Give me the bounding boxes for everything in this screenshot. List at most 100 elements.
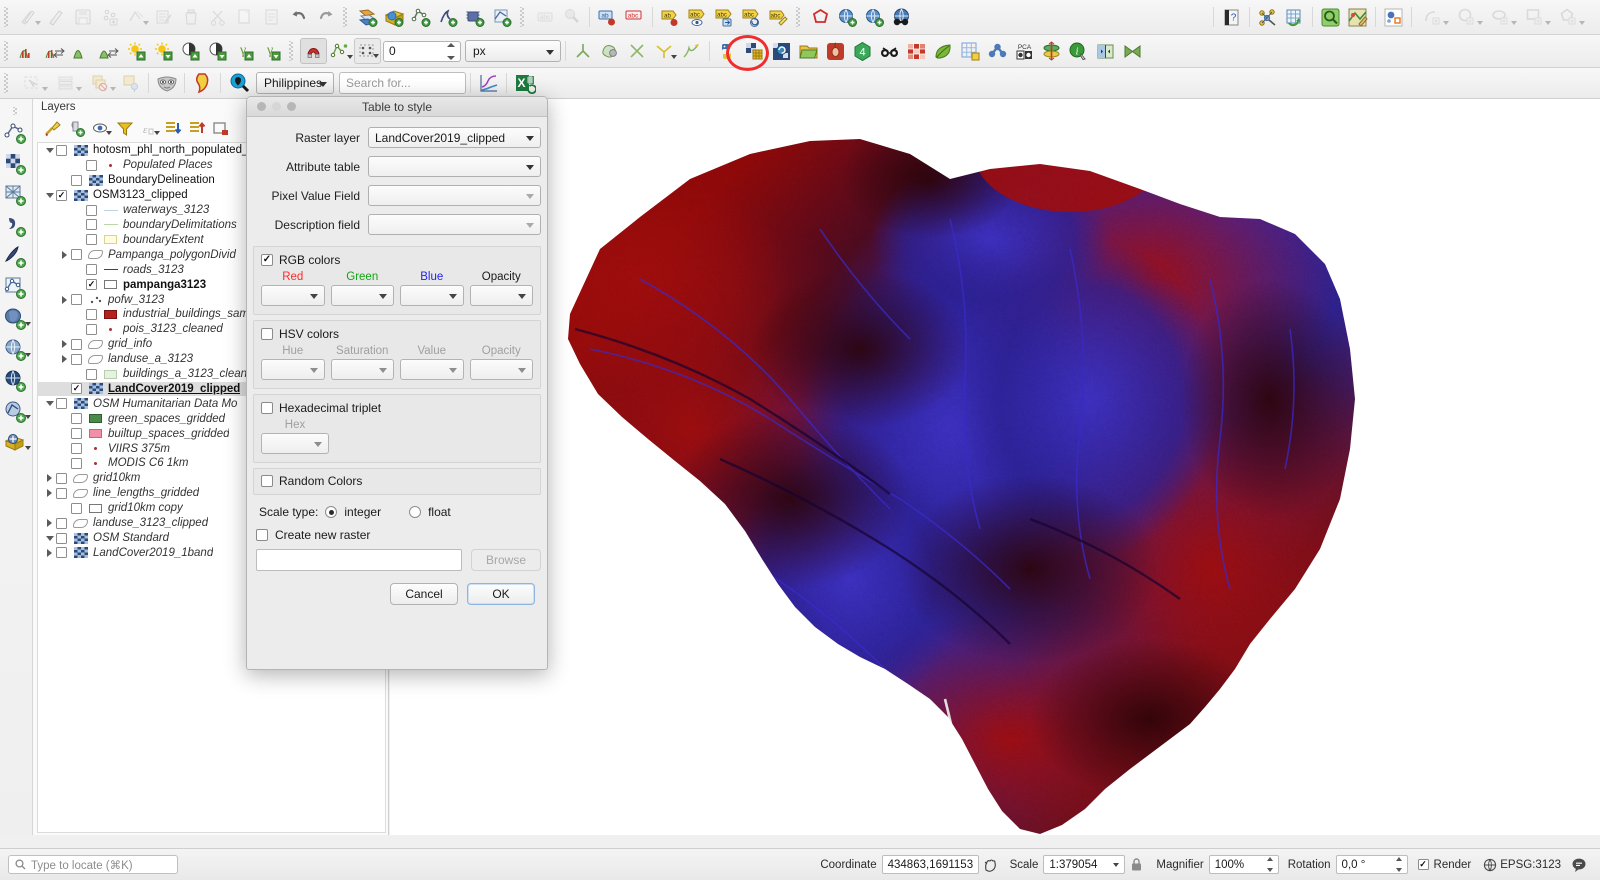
local-stretch-icon[interactable] bbox=[96, 38, 123, 64]
layer-visibility-checkbox[interactable] bbox=[71, 249, 82, 260]
bowtie-icon[interactable] bbox=[1119, 38, 1146, 64]
scale-type-float-radio[interactable] bbox=[409, 506, 421, 518]
brightness-up-icon[interactable] bbox=[123, 38, 150, 64]
toolbar-grip[interactable] bbox=[3, 41, 12, 61]
rotate-label-icon[interactable]: abc bbox=[738, 4, 765, 30]
layer-visibility-checkbox[interactable] bbox=[71, 443, 82, 454]
create-new-raster-row[interactable]: Create new raster bbox=[253, 523, 541, 542]
toolbar-grip[interactable] bbox=[288, 41, 297, 61]
layer-visibility-checkbox[interactable] bbox=[86, 324, 97, 335]
layer-expander[interactable] bbox=[43, 489, 56, 497]
add-postgis-layer-icon[interactable] bbox=[1, 303, 31, 334]
layer-visibility-checkbox[interactable] bbox=[56, 145, 67, 156]
scale-type-integer-radio[interactable] bbox=[325, 506, 337, 518]
red-select[interactable] bbox=[261, 285, 325, 306]
add-wfs-layer-icon[interactable] bbox=[1, 396, 31, 427]
select-value-icon[interactable] bbox=[117, 70, 144, 96]
toolbar-grip[interactable] bbox=[342, 7, 351, 27]
mmqgis-icon[interactable] bbox=[822, 38, 849, 64]
snapping-type-icon[interactable] bbox=[354, 38, 381, 64]
layer-visibility-checkbox[interactable] bbox=[71, 503, 82, 514]
add-raster-layer-icon[interactable] bbox=[1, 148, 31, 179]
layer-expander[interactable] bbox=[43, 401, 56, 406]
qgis4-plugin-icon[interactable]: 4 bbox=[849, 38, 876, 64]
semi-automatic-classification-icon[interactable] bbox=[768, 38, 795, 64]
toolbar-grip[interactable] bbox=[795, 7, 804, 27]
layer-visibility-checkbox[interactable] bbox=[71, 175, 82, 186]
add-circle-icon[interactable] bbox=[1450, 4, 1484, 30]
random-colors-header[interactable]: Random Colors bbox=[261, 474, 533, 488]
search-input[interactable]: Search for... bbox=[339, 72, 466, 94]
open-project-folder-icon[interactable] bbox=[795, 38, 822, 64]
split-view-icon[interactable] bbox=[1092, 38, 1119, 64]
current-edits-icon[interactable] bbox=[15, 4, 42, 30]
add-arcgis-layer-icon[interactable] bbox=[1, 427, 31, 458]
magnifier-input[interactable]: 100% bbox=[1209, 855, 1279, 874]
vertex-tool-icon[interactable] bbox=[123, 4, 150, 30]
change-label-icon[interactable]: abc bbox=[765, 4, 792, 30]
style-manager-icon[interactable] bbox=[1344, 4, 1371, 30]
layer-visibility-checkbox[interactable] bbox=[71, 294, 82, 305]
histogram-green-icon[interactable] bbox=[69, 38, 96, 64]
toolbar-grip[interactable] bbox=[12, 107, 21, 115]
filter-legend-icon[interactable] bbox=[113, 118, 136, 139]
layer-visibility-checkbox[interactable] bbox=[56, 398, 67, 409]
pixel-value-field-select[interactable] bbox=[368, 185, 541, 206]
create-new-raster-checkbox[interactable] bbox=[256, 529, 268, 541]
gamma-up-icon[interactable]: γ bbox=[231, 38, 258, 64]
python-console-icon[interactable] bbox=[714, 38, 741, 64]
hexadecimal-triplet-header[interactable]: Hexadecimal triplet bbox=[261, 401, 533, 415]
histogram-stretch-icon[interactable] bbox=[42, 38, 69, 64]
redo-icon[interactable] bbox=[312, 4, 339, 30]
layer-visibility-checkbox[interactable]: ✓ bbox=[56, 190, 67, 201]
topology-checker-icon[interactable] bbox=[570, 38, 597, 64]
contrast-up-icon[interactable] bbox=[177, 38, 204, 64]
hsv-colors-header[interactable]: HSV colors bbox=[261, 327, 533, 341]
green-select[interactable] bbox=[331, 285, 395, 306]
crs-globe-icon[interactable] bbox=[1480, 852, 1500, 878]
cluster-icon[interactable] bbox=[984, 38, 1011, 64]
new-mesh-layer-icon[interactable] bbox=[489, 4, 516, 30]
geocoder-search-icon[interactable] bbox=[225, 70, 252, 96]
layer-visibility-checkbox[interactable] bbox=[71, 458, 82, 469]
layer-visibility-checkbox[interactable]: ✓ bbox=[71, 383, 82, 394]
toggle-editing-icon[interactable] bbox=[42, 4, 69, 30]
add-spatialite-layer-icon[interactable] bbox=[1, 241, 31, 272]
layer-visibility-checkbox[interactable] bbox=[86, 309, 97, 320]
layer-expander[interactable] bbox=[43, 148, 56, 153]
vector-grid-icon[interactable] bbox=[957, 38, 984, 64]
blue-select[interactable] bbox=[400, 285, 464, 306]
move-label-icon[interactable]: ab bbox=[657, 4, 684, 30]
layer-visibility-checkbox[interactable]: ✓ bbox=[86, 279, 97, 290]
new-memory-layer-icon[interactable] bbox=[462, 4, 489, 30]
leaf-icon[interactable] bbox=[930, 38, 957, 64]
raster-style-table-icon[interactable] bbox=[741, 38, 768, 64]
layer-expander[interactable] bbox=[58, 296, 71, 304]
layer-expander[interactable] bbox=[43, 536, 56, 541]
lock-scale-icon[interactable] bbox=[1125, 852, 1147, 878]
layer-visibility-checkbox[interactable] bbox=[56, 518, 67, 529]
select-by-form-icon[interactable] bbox=[49, 70, 83, 96]
messages-icon[interactable] bbox=[1566, 852, 1592, 878]
opacity-select-hsv[interactable] bbox=[470, 359, 534, 380]
layer-visibility-checkbox[interactable] bbox=[86, 205, 97, 216]
hsv-colors-checkbox[interactable] bbox=[261, 328, 273, 340]
output-path-input[interactable] bbox=[256, 549, 462, 571]
random-colors-checkbox[interactable] bbox=[261, 475, 273, 487]
label-abc-icon[interactable]: abc bbox=[531, 4, 558, 30]
hue-select[interactable] bbox=[261, 359, 325, 380]
undo-icon[interactable] bbox=[285, 4, 312, 30]
crs-label[interactable]: EPSG:3123 bbox=[1500, 859, 1561, 871]
self-snapping-icon[interactable] bbox=[651, 38, 678, 64]
manage-layer-visibility-icon[interactable] bbox=[89, 118, 112, 139]
ok-button[interactable]: OK bbox=[467, 583, 535, 605]
trace-icon[interactable] bbox=[678, 38, 705, 64]
hex-select[interactable] bbox=[261, 433, 329, 454]
new-shapefile-layer-icon[interactable] bbox=[354, 4, 381, 30]
add-vector-tile-layer-icon[interactable] bbox=[1, 272, 31, 303]
remove-layer-icon[interactable] bbox=[209, 118, 232, 139]
layer-expander[interactable] bbox=[43, 519, 56, 527]
add-feature-icon[interactable] bbox=[96, 4, 123, 30]
layer-expander[interactable] bbox=[58, 355, 71, 363]
intersection-snapping-icon[interactable] bbox=[624, 38, 651, 64]
